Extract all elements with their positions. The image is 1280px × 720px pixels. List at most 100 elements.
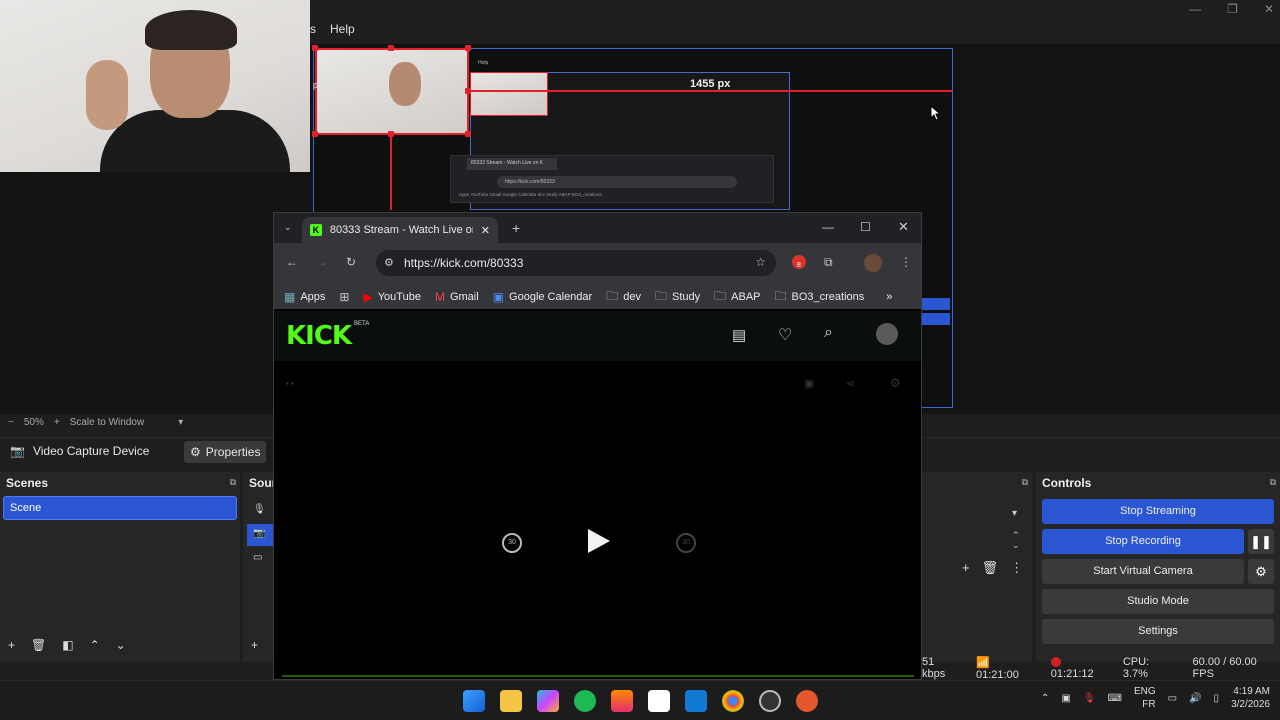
share-icon[interactable]: ⋖	[846, 377, 855, 390]
settings-icon[interactable]: ⚙	[890, 376, 901, 390]
close-tab-icon[interactable]: ✕	[481, 224, 490, 237]
chrome-tab[interactable]: K 80333 Stream - Watch Live on K ✕	[302, 217, 498, 243]
minimize-icon[interactable]: —	[1189, 2, 1201, 16]
chevron-down-icon[interactable]: ▾	[1012, 508, 1017, 519]
bookmark-youtube[interactable]: ▶ YouTube	[363, 290, 420, 304]
more-bookmarks-icon[interactable]: »	[886, 291, 892, 303]
obs-icon[interactable]	[759, 690, 781, 712]
maximize-icon[interactable]: ❐	[1227, 2, 1238, 16]
back-icon[interactable]: ←	[286, 255, 298, 269]
clock[interactable]: 4:19 AM 3/2/2026	[1231, 685, 1270, 711]
trash-icon[interactable]: 🗑	[31, 638, 46, 652]
clip-icon[interactable]: ▣	[804, 377, 814, 390]
chevron-up-icon[interactable]: ⌃	[90, 638, 100, 652]
kick-logo[interactable]: KICK	[286, 321, 352, 351]
reload-icon[interactable]: ↻	[346, 255, 356, 269]
heart-icon[interactable]: ♡	[778, 325, 792, 345]
progress-bar[interactable]	[282, 675, 914, 677]
extension-badge[interactable]: 8	[792, 255, 806, 269]
bookmark-study[interactable]: 🗀 Study	[655, 287, 700, 308]
profile-avatar[interactable]	[864, 254, 882, 272]
resize-handle[interactable]	[465, 131, 471, 137]
menu-help[interactable]: Help	[330, 22, 355, 40]
more-icon[interactable]: ⋮	[1010, 560, 1023, 576]
scale-mode[interactable]: Scale to Window	[70, 417, 144, 428]
resize-handle[interactable]	[388, 45, 394, 51]
microphone-app-icon[interactable]	[796, 690, 818, 712]
close-icon[interactable]: ✕	[898, 219, 909, 235]
settings-button[interactable]: Settings	[1042, 619, 1274, 644]
avatar[interactable]	[876, 323, 898, 345]
float-dock-icon[interactable]: ⧉	[1022, 477, 1028, 488]
start-virtual-camera-button[interactable]: Start Virtual Camera	[1042, 559, 1244, 584]
bookmark-bo3[interactable]: 🗀 BO3_creations	[775, 287, 865, 308]
tray-app-icon[interactable]: ▣	[1061, 693, 1070, 704]
resize-handle[interactable]	[312, 131, 318, 137]
stop-recording-button[interactable]: Stop Recording	[1042, 529, 1244, 554]
properties-button[interactable]: ⚙ Properties	[184, 441, 266, 463]
battery-icon[interactable]: ▯	[1214, 693, 1220, 704]
mic-icon[interactable]: 🎙	[247, 500, 273, 522]
vscode-icon[interactable]	[685, 690, 707, 712]
resize-handle[interactable]	[465, 45, 471, 51]
bookmark-dev[interactable]: 🗀 dev	[606, 287, 641, 308]
browse-icon[interactable]: ▤	[732, 326, 746, 344]
chevron-up-icon[interactable]: ⌃	[1041, 693, 1049, 704]
search-icon[interactable]: ⌕	[824, 324, 833, 342]
stop-streaming-button[interactable]: Stop Streaming	[1042, 499, 1274, 524]
resize-handle[interactable]	[312, 45, 318, 51]
menu-partial[interactable]: s	[310, 22, 316, 40]
trash-icon[interactable]: 🗑	[982, 560, 999, 576]
zoom-out-icon[interactable]: −	[8, 417, 14, 428]
add-icon[interactable]: +	[8, 638, 15, 652]
minimize-icon[interactable]: —	[822, 220, 834, 234]
studio-mode-button[interactable]: Studio Mode	[1042, 589, 1274, 614]
filter-icon[interactable]: ◧	[62, 638, 73, 652]
extensions-icon[interactable]: ⧉	[824, 255, 833, 270]
notion-icon[interactable]	[648, 690, 670, 712]
start-icon[interactable]	[463, 690, 485, 712]
selected-webcam-source[interactable]	[315, 48, 469, 135]
mic-icon[interactable]: 🎙	[1083, 693, 1096, 704]
float-dock-icon[interactable]: ⧉	[230, 477, 236, 488]
scene-item[interactable]: Scene	[3, 496, 237, 520]
zoom-in-icon[interactable]: +	[54, 417, 60, 428]
add-icon[interactable]: +	[251, 638, 258, 652]
maximize-icon[interactable]: ☐	[860, 220, 871, 234]
video-player[interactable]: ▪ ▪ ▣ ⋖ ⚙ 30 30	[274, 361, 921, 679]
spin-arrows-icon[interactable]: ⌃ ⌄	[1012, 530, 1020, 550]
volume-icon[interactable]: 🔊	[1189, 693, 1201, 704]
display-icon[interactable]: ▭	[1168, 693, 1177, 704]
bookmark-gmail[interactable]: M Gmail	[435, 290, 479, 304]
pause-icon[interactable]: ❚❚	[1248, 529, 1274, 554]
tab-search-icon[interactable]: ⌄	[284, 222, 292, 233]
play-icon[interactable]	[588, 529, 610, 553]
bookmark-star-icon[interactable]: ☆	[755, 255, 766, 269]
bookmark-calendar[interactable]: ▣ Google Calendar	[493, 290, 593, 304]
add-icon[interactable]: +	[962, 560, 970, 576]
rewind-30-icon[interactable]: 30	[502, 533, 522, 553]
language-indicator[interactable]: ENG FR	[1134, 685, 1156, 711]
file-explorer-icon[interactable]	[500, 690, 522, 712]
gear-icon[interactable]: ⚙	[1248, 559, 1274, 584]
more-icon[interactable]: ⋮	[900, 255, 912, 269]
camera-icon[interactable]: 📷	[247, 524, 273, 546]
address-bar[interactable]: ⚙ https://kick.com/80333 ☆	[376, 250, 776, 276]
bookmark-apps[interactable]: ▦ Apps	[284, 290, 325, 304]
monitor-icon[interactable]: ▭	[247, 548, 273, 570]
forward-icon[interactable]: →	[316, 255, 328, 269]
chevron-down-icon[interactable]: ▾	[178, 417, 183, 428]
fl-studio-icon[interactable]	[611, 690, 633, 712]
bookmark-grid[interactable]: ⊞	[339, 290, 349, 304]
spotify-icon[interactable]	[574, 690, 596, 712]
new-tab-icon[interactable]: +	[512, 220, 520, 236]
keyboard-icon[interactable]: ⌨	[1108, 693, 1122, 704]
bookmark-abap[interactable]: 🗀 ABAP	[714, 287, 760, 308]
copilot-icon[interactable]	[537, 690, 559, 712]
chrome-icon[interactable]	[722, 690, 744, 712]
float-dock-icon[interactable]: ⧉	[1270, 477, 1276, 488]
close-icon[interactable]: ✕	[1264, 2, 1274, 16]
site-info-icon[interactable]: ⚙	[384, 256, 394, 269]
forward-30-icon[interactable]: 30	[676, 533, 696, 553]
chevron-down-icon[interactable]: ⌄	[116, 638, 126, 652]
